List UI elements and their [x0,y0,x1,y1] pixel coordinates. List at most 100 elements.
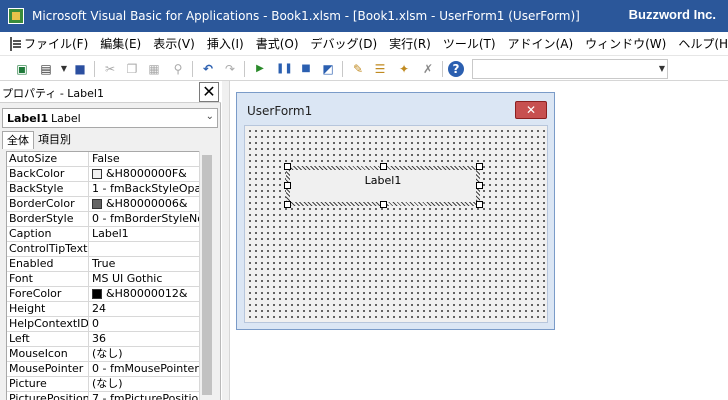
menu-help[interactable]: ヘルプ(H) [672,34,728,54]
property-row[interactable]: BorderColor &H80000006& [7,197,199,212]
insert-userform-icon[interactable]: ▤ [38,61,54,77]
property-value[interactable]: 36 [89,332,199,346]
find-icon[interactable]: ⚲ [170,61,186,77]
property-row[interactable]: Left 36 [7,332,199,347]
paste-icon[interactable]: ▦ [146,61,162,77]
menu-insert[interactable]: 挿入(I) [201,34,250,54]
menu-file[interactable]: ファイル(F) [18,34,94,54]
resize-handle-top-right[interactable] [476,163,483,170]
design-mode-icon[interactable]: ◩ [320,61,336,77]
property-value[interactable]: 7 - fmPicturePositionAboveCenter [89,392,199,400]
undo-icon[interactable]: ↶ [200,61,216,77]
resize-handle-bottom[interactable] [380,201,387,208]
property-value-text: 0 - fmMousePointerDefault [92,362,199,375]
property-value[interactable] [89,242,199,256]
title-bar: Microsoft Visual Basic for Applications … [0,0,728,32]
project-explorer-icon[interactable]: ✎ [350,61,366,77]
userform-canvas[interactable] [244,125,548,323]
code-window-menu-icon[interactable] [10,36,21,51]
object-selector[interactable]: Label1 Label ⌄ [2,108,218,128]
menu-addins[interactable]: アドイン(A) [502,34,580,54]
resize-handle-bottom-left[interactable] [284,201,291,208]
property-value[interactable]: False [89,152,199,166]
menu-tools[interactable]: ツール(T) [437,34,502,54]
property-value-text: MS UI Gothic [92,272,163,285]
property-value[interactable]: MS UI Gothic [89,272,199,286]
properties-icon[interactable]: ☰ [372,61,388,77]
menu-format[interactable]: 書式(O) [250,34,305,54]
property-name: BackStyle [7,182,89,196]
property-name: Font [7,272,89,286]
cut-icon[interactable]: ✂ [102,61,118,77]
property-row[interactable]: Caption Label1 [7,227,199,242]
chevron-down-icon[interactable]: ⌄ [206,111,214,122]
properties-tabs: 全体 項目別 [2,131,75,149]
property-value[interactable]: 1 - fmBackStyleOpaque [89,182,199,196]
property-value[interactable]: (なし) [89,377,199,391]
toolbox-icon[interactable]: ✗ [420,61,436,77]
property-value[interactable]: Label1 [89,227,199,241]
property-name: BorderColor [7,197,89,211]
property-row[interactable]: ForeColor &H80000012& [7,287,199,302]
label1-control[interactable]: Label1 [286,166,480,206]
property-row[interactable]: MouseIcon (なし) [7,347,199,362]
menu-bar: ファイル(F) 編集(E) 表示(V) 挿入(I) 書式(O) デバッグ(D) … [0,32,728,56]
close-properties-button[interactable]: ✕ [199,82,219,102]
tab-alphabetic[interactable]: 全体 [2,131,34,149]
help-icon[interactable]: ? [448,61,464,77]
property-value[interactable]: 0 [89,317,199,331]
property-row[interactable]: Picture (なし) [7,377,199,392]
property-value[interactable]: &H8000000F& [89,167,199,181]
dropdown-arrow-icon[interactable]: ▼ [56,61,72,77]
property-row[interactable]: MousePointer0 - fmMousePointerDefault [7,362,199,377]
property-value[interactable]: (なし) [89,347,199,361]
object-browser-icon[interactable]: ✦ [396,61,412,77]
property-name: HelpContextID [9,317,89,331]
property-row[interactable]: ControlTipText [7,242,199,257]
menu-debug[interactable]: デバッグ(D) [305,34,384,54]
copy-icon[interactable]: ❐ [124,61,140,77]
property-row[interactable]: HelpContextID 0 [7,317,199,332]
property-row[interactable]: BackStyle1 - fmBackStyleOpaque [7,182,199,197]
vba-app-icon[interactable] [8,8,24,24]
resize-handle-bottom-right[interactable] [476,201,483,208]
property-row[interactable]: AutoSize False [7,152,199,167]
property-value[interactable]: 24 [89,302,199,316]
scrollbar-thumb[interactable] [202,155,212,395]
property-value[interactable]: &H80000006& [89,197,199,211]
menu-run[interactable]: 実行(R) [383,34,437,54]
label1-body[interactable]: Label1 [290,170,476,202]
resize-handle-top-left[interactable] [284,163,291,170]
redo-icon[interactable]: ↷ [222,61,238,77]
property-grid-scrollbar[interactable] [199,151,214,400]
property-value[interactable]: True [89,257,199,271]
run-icon[interactable]: ▶ [252,61,268,77]
property-value-text: True [92,257,116,270]
toolbar-position-box [472,59,668,79]
property-row[interactable]: PicturePosition7 - fmPicturePositionAbov… [7,392,199,400]
menu-view[interactable]: 表示(V) [147,34,201,54]
property-row[interactable]: Font MS UI Gothic [7,272,199,287]
window-title: Microsoft Visual Basic for Applications … [32,9,580,23]
break-icon[interactable]: ❚❚ [276,61,293,77]
resize-handle-top[interactable] [380,163,387,170]
property-value[interactable]: 0 - fmMousePointerDefault [89,362,199,376]
property-name: BorderStyle [7,212,89,226]
resize-handle-right[interactable] [476,182,483,189]
reset-icon[interactable]: ■ [298,61,314,77]
property-value[interactable]: 0 - fmBorderStyleNone [89,212,199,226]
menu-window[interactable]: ウィンドウ(W) [579,34,672,54]
excel-icon[interactable]: ▣ [14,61,30,77]
property-value[interactable]: &H80000012& [89,287,199,301]
userform-close-button[interactable]: ✕ [515,101,547,119]
toolbar-options-icon[interactable]: ▼ [657,61,667,77]
property-row[interactable]: Enabled True [7,257,199,272]
menu-edit[interactable]: 編集(E) [94,34,147,54]
tab-categorized[interactable]: 項目別 [34,131,75,149]
property-row[interactable]: Height 24 [7,302,199,317]
property-row[interactable]: BackColor &H8000000F& [7,167,199,182]
resize-handle-left[interactable] [284,182,291,189]
property-row[interactable]: BorderStyle0 - fmBorderStyleNone [7,212,199,227]
save-icon[interactable]: ■ [72,61,88,77]
userform-window[interactable]: UserForm1 ✕ [236,92,555,330]
